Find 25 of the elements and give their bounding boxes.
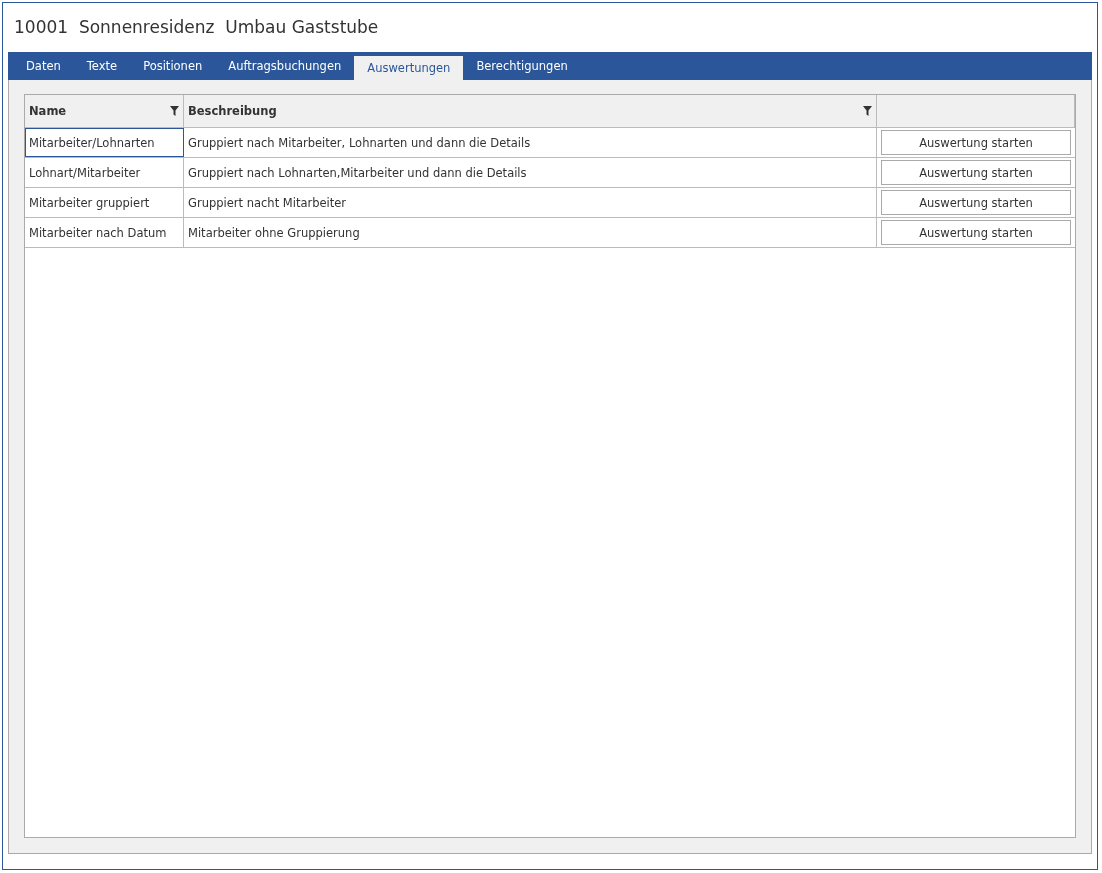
start-button[interactable]: Auswertung starten bbox=[881, 190, 1071, 215]
table-cell[interactable]: Lohnart/Mitarbeiter bbox=[25, 158, 184, 187]
filter-icon[interactable] bbox=[170, 106, 179, 116]
table-cell: Gruppiert nach Mitarbeiter, Lohnarten und dann die Details bbox=[184, 128, 877, 157]
table-cell: Gruppiert nacht Mitarbeiter bbox=[184, 188, 877, 217]
tab[interactable]: Auswertungen bbox=[354, 56, 464, 80]
start-button[interactable]: Auswertung starten bbox=[881, 220, 1071, 245]
column-header[interactable]: Name bbox=[25, 95, 184, 127]
tab[interactable]: Daten bbox=[13, 52, 74, 80]
column-header-label: Beschreibung bbox=[188, 104, 277, 118]
table-cell[interactable]: Mitarbeiter gruppiert bbox=[25, 188, 184, 217]
window-title: 10001 Sonnenresidenz Umbau Gaststube bbox=[13, 16, 380, 39]
table-cell[interactable]: Mitarbeiter nach Datum bbox=[25, 218, 184, 247]
table-cell[interactable]: Mitarbeiter/Lohnarten bbox=[25, 128, 184, 157]
tab[interactable]: Auftragsbuchungen bbox=[215, 52, 355, 80]
start-button[interactable]: Auswertung starten bbox=[881, 130, 1071, 155]
tab[interactable]: Positionen bbox=[130, 52, 216, 80]
column-header[interactable]: Beschreibung bbox=[184, 95, 877, 127]
column-header-label: Name bbox=[29, 104, 67, 118]
table-cell: Mitarbeiter ohne Gruppierung bbox=[184, 218, 877, 247]
start-button[interactable]: Auswertung starten bbox=[881, 160, 1071, 185]
tab[interactable]: Texte bbox=[73, 52, 131, 80]
filter-icon[interactable] bbox=[863, 106, 872, 116]
table-cell: Gruppiert nach Lohnarten,Mitarbeiter und dann die Details bbox=[184, 158, 877, 187]
tab[interactable]: Berechtigungen bbox=[463, 52, 581, 80]
